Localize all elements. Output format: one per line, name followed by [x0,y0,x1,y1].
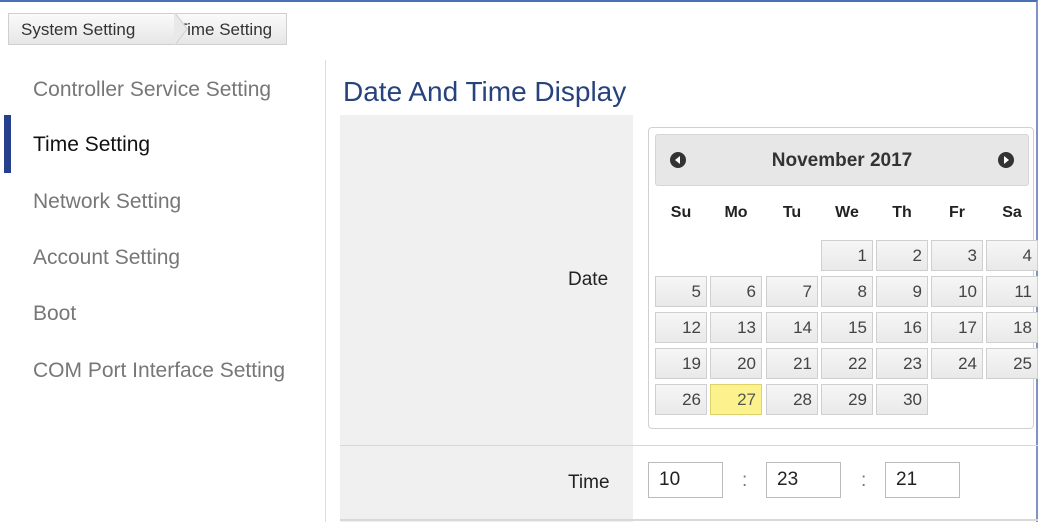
minute-input[interactable] [766,462,841,498]
calendar-day[interactable]: 12 [655,312,707,343]
breadcrumb-separator-icon [174,13,188,45]
time-separator: : [861,470,867,491]
calendar-day[interactable]: 26 [655,384,707,415]
calendar-day[interactable]: 4 [986,240,1038,271]
calendar-day[interactable]: 22 [821,348,873,379]
calendar-day[interactable]: 19 [655,348,707,379]
calendar-day[interactable]: 18 [986,312,1038,343]
calendar-day[interactable]: 23 [876,348,928,379]
weekday-header: We [835,204,859,221]
calendar-day[interactable]: 17 [931,312,983,343]
second-input[interactable] [885,462,960,498]
sidebar-item-time-setting[interactable]: Time Setting [0,117,320,173]
sidebar-item-com-port-interface-setting[interactable]: COM Port Interface Setting [0,343,320,399]
row-divider [340,445,1038,446]
prev-month-icon[interactable] [670,152,686,168]
calendar-day[interactable]: 3 [931,240,983,271]
calendar-day[interactable]: 7 [766,276,818,307]
calendar-day[interactable]: 16 [876,312,928,343]
calendar-day[interactable]: 9 [876,276,928,307]
breadcrumb-item-time-setting[interactable]: Time Setting [151,13,288,45]
hour-input[interactable] [648,462,723,498]
calendar-day[interactable]: 29 [821,384,873,415]
calendar-day[interactable]: 1 [821,240,873,271]
sidebar-item-account-setting[interactable]: Account Setting [0,230,320,286]
sidebar-item-controller-service-setting[interactable]: Controller Service Setting [0,62,320,118]
calendar-day[interactable]: 20 [710,348,762,379]
calendar-month-title: November 2017 [771,150,913,171]
calendar-day[interactable]: 15 [821,312,873,343]
calendar-day[interactable]: 11 [986,276,1038,307]
calendar-day[interactable]: 24 [931,348,983,379]
calendar-day[interactable]: 6 [710,276,762,307]
weekday-header: Fr [949,204,965,221]
weekday-header: Sa [1002,204,1022,221]
date-label: Date [568,269,609,290]
label-column [340,115,633,522]
calendar-day[interactable]: 25 [986,348,1038,379]
sidebar-item-boot[interactable]: Boot [0,286,320,342]
sidebar-item-network-setting[interactable]: Network Setting [0,174,320,230]
breadcrumb: System Setting Time Setting [8,13,288,45]
calendar-day[interactable]: 10 [931,276,983,307]
weekday-header: Tu [782,204,802,221]
weekday-header: Su [670,204,692,221]
calendar-day[interactable]: 21 [766,348,818,379]
row-divider [340,519,1038,521]
page-title: Date And Time Display [343,76,627,107]
calendar-day[interactable]: 2 [876,240,928,271]
calendar-day[interactable]: 14 [766,312,818,343]
calendar-day[interactable]: 13 [710,312,762,343]
weekday-header: Th [892,204,912,221]
calendar-header: November 2017 [655,134,1029,186]
weekday-header: Mo [724,204,748,221]
calendar-day[interactable]: 30 [876,384,928,415]
calendar-day-selected[interactable]: 27 [710,384,762,415]
time-label: Time [568,472,610,493]
breadcrumb-item-system-setting[interactable]: System Setting [8,13,152,45]
calendar-day[interactable]: 8 [821,276,873,307]
calendar-day[interactable]: 28 [766,384,818,415]
sidebar: Controller Service Setting Time Setting … [0,60,326,522]
calendar-day[interactable]: 5 [655,276,707,307]
time-separator: : [742,470,748,491]
next-month-icon[interactable] [998,152,1014,168]
date-picker: November 2017 Su Mo Tu We Th Fr Sa 1 2 3 4 5 6 7 8 9 10… [648,127,1038,429]
